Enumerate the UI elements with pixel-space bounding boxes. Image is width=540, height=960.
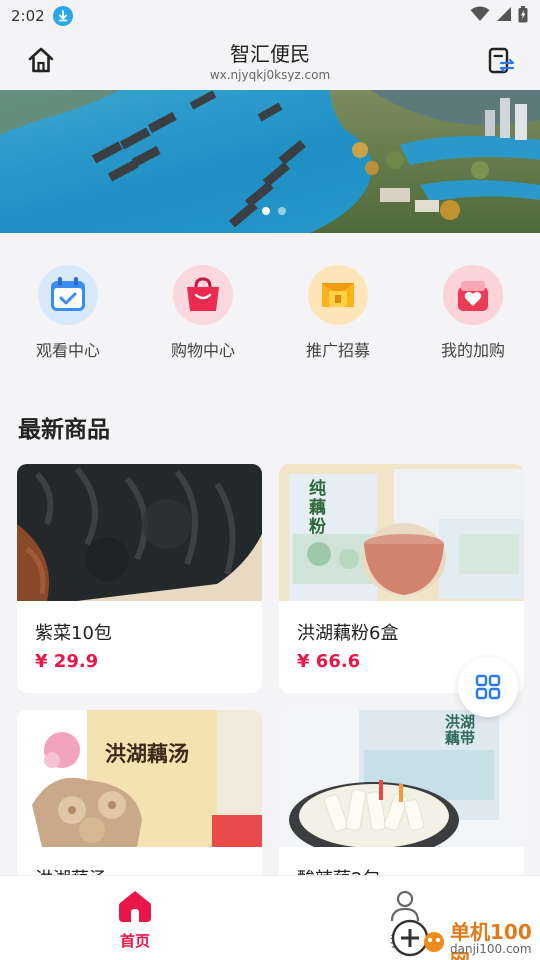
grid-icon bbox=[475, 674, 501, 700]
product-name: 洪湖藕粉6盒 bbox=[297, 623, 399, 644]
product-card[interactable]: 紫菜10包 ¥ 29.9 bbox=[17, 464, 262, 693]
carousel-dot[interactable] bbox=[278, 207, 286, 215]
product-image bbox=[17, 464, 262, 601]
product-image: 洪湖藕汤 bbox=[17, 710, 262, 847]
menu-label: 购物中心 bbox=[170, 341, 235, 360]
watermark: 单机100网 danji100.com bbox=[388, 912, 540, 960]
carousel-dot[interactable] bbox=[262, 207, 270, 215]
menu-item-watch-center[interactable]: 观看中心 bbox=[18, 265, 118, 361]
section-title: 最新商品 bbox=[18, 417, 110, 443]
watermark-logo-icon bbox=[391, 919, 444, 957]
calendar-icon bbox=[38, 265, 98, 325]
app-header: 智汇便民 wx.njyqkj0ksyz.com bbox=[0, 32, 540, 90]
menu-label: 观看中心 bbox=[35, 341, 100, 360]
wifi-icon bbox=[470, 6, 490, 26]
product-image: 纯藕粉 bbox=[279, 464, 524, 601]
menu-item-shopping-center[interactable]: 购物中心 bbox=[153, 265, 253, 361]
site-url: wx.njyqkj0ksyz.com bbox=[209, 68, 331, 82]
product-pack-text: 洪湖藕汤 bbox=[105, 742, 189, 766]
product-box-text: 纯藕粉 bbox=[309, 479, 326, 537]
quick-menu: 观看中心 购物中心 推广招募 我的加购 bbox=[0, 233, 540, 383]
product-price: ¥ 29.9 bbox=[35, 651, 99, 672]
cart-heart-icon bbox=[443, 265, 503, 325]
page-title: 智汇便民 bbox=[230, 42, 310, 66]
switch-account-icon bbox=[488, 47, 515, 74]
status-bar: 2:02 bbox=[0, 0, 540, 32]
carousel-dots bbox=[262, 207, 286, 215]
menu-item-my-cart[interactable]: 我的加购 bbox=[423, 265, 523, 361]
tab-label: 首页 bbox=[119, 932, 150, 950]
home-filled-icon bbox=[119, 891, 151, 922]
category-float-button[interactable] bbox=[458, 657, 518, 717]
banner-carousel[interactable] bbox=[0, 90, 540, 233]
product-pack-text: 洪湖藕带 bbox=[445, 713, 476, 747]
product-price: ¥ 66.6 bbox=[297, 651, 361, 672]
product-name: 紫菜10包 bbox=[35, 623, 112, 644]
menu-item-promotion-recruit[interactable]: 推广招募 bbox=[288, 265, 388, 361]
signal-icon bbox=[496, 6, 512, 26]
download-icon bbox=[52, 6, 73, 26]
status-time: 2:02 bbox=[11, 7, 45, 25]
watermark-url: danji100.com bbox=[450, 942, 532, 956]
tab-home[interactable]: 首页 bbox=[75, 888, 195, 951]
product-image: 洪湖藕带 bbox=[279, 710, 524, 847]
shopping-bag-icon bbox=[173, 265, 233, 325]
menu-label: 推广招募 bbox=[305, 341, 370, 360]
menu-label: 我的加购 bbox=[440, 341, 505, 360]
battery-icon bbox=[518, 5, 528, 27]
recruit-icon bbox=[308, 265, 368, 325]
switch-account-button[interactable] bbox=[486, 46, 516, 76]
